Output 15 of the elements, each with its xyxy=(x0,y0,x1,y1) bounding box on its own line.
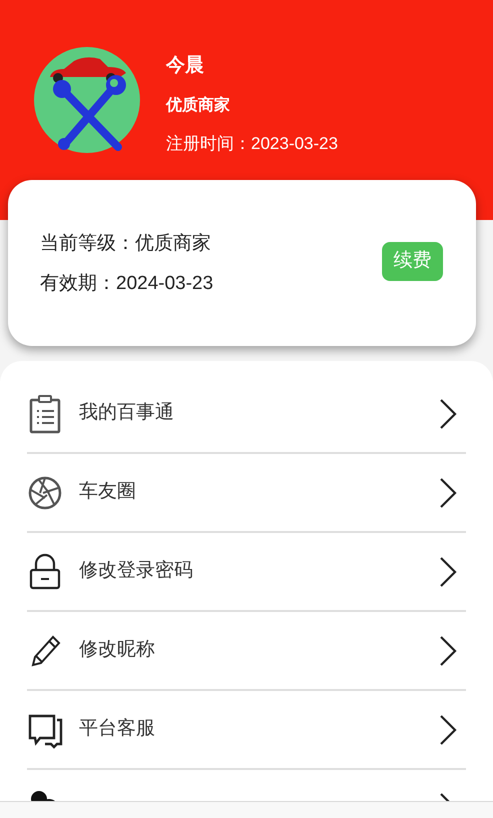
registration-date: 注册时间：2023-03-23 xyxy=(166,133,338,155)
chevron-right-icon[interactable] xyxy=(438,476,458,508)
menu-item-label[interactable]: 修改登录密码 xyxy=(79,557,438,586)
menu-item-label[interactable]: 车友圈 xyxy=(79,478,438,507)
merchant-level: 优质商家 xyxy=(166,96,231,116)
user-name: 今晨 xyxy=(166,54,205,78)
current-level: 当前等级：优质商家 xyxy=(40,232,212,256)
chevron-right-icon[interactable] xyxy=(438,714,458,746)
expiry-date: 有效期：2024-03-23 xyxy=(40,272,214,296)
chevron-right-icon[interactable] xyxy=(438,556,458,588)
menu-item-label[interactable]: 平台客服 xyxy=(79,715,438,744)
chevron-right-icon[interactable] xyxy=(438,634,458,666)
chevron-right-icon[interactable] xyxy=(438,398,458,430)
menu-item-label[interactable]: 我的百事通 xyxy=(79,399,438,428)
menu-item-label[interactable]: 修改昵称 xyxy=(79,636,438,665)
